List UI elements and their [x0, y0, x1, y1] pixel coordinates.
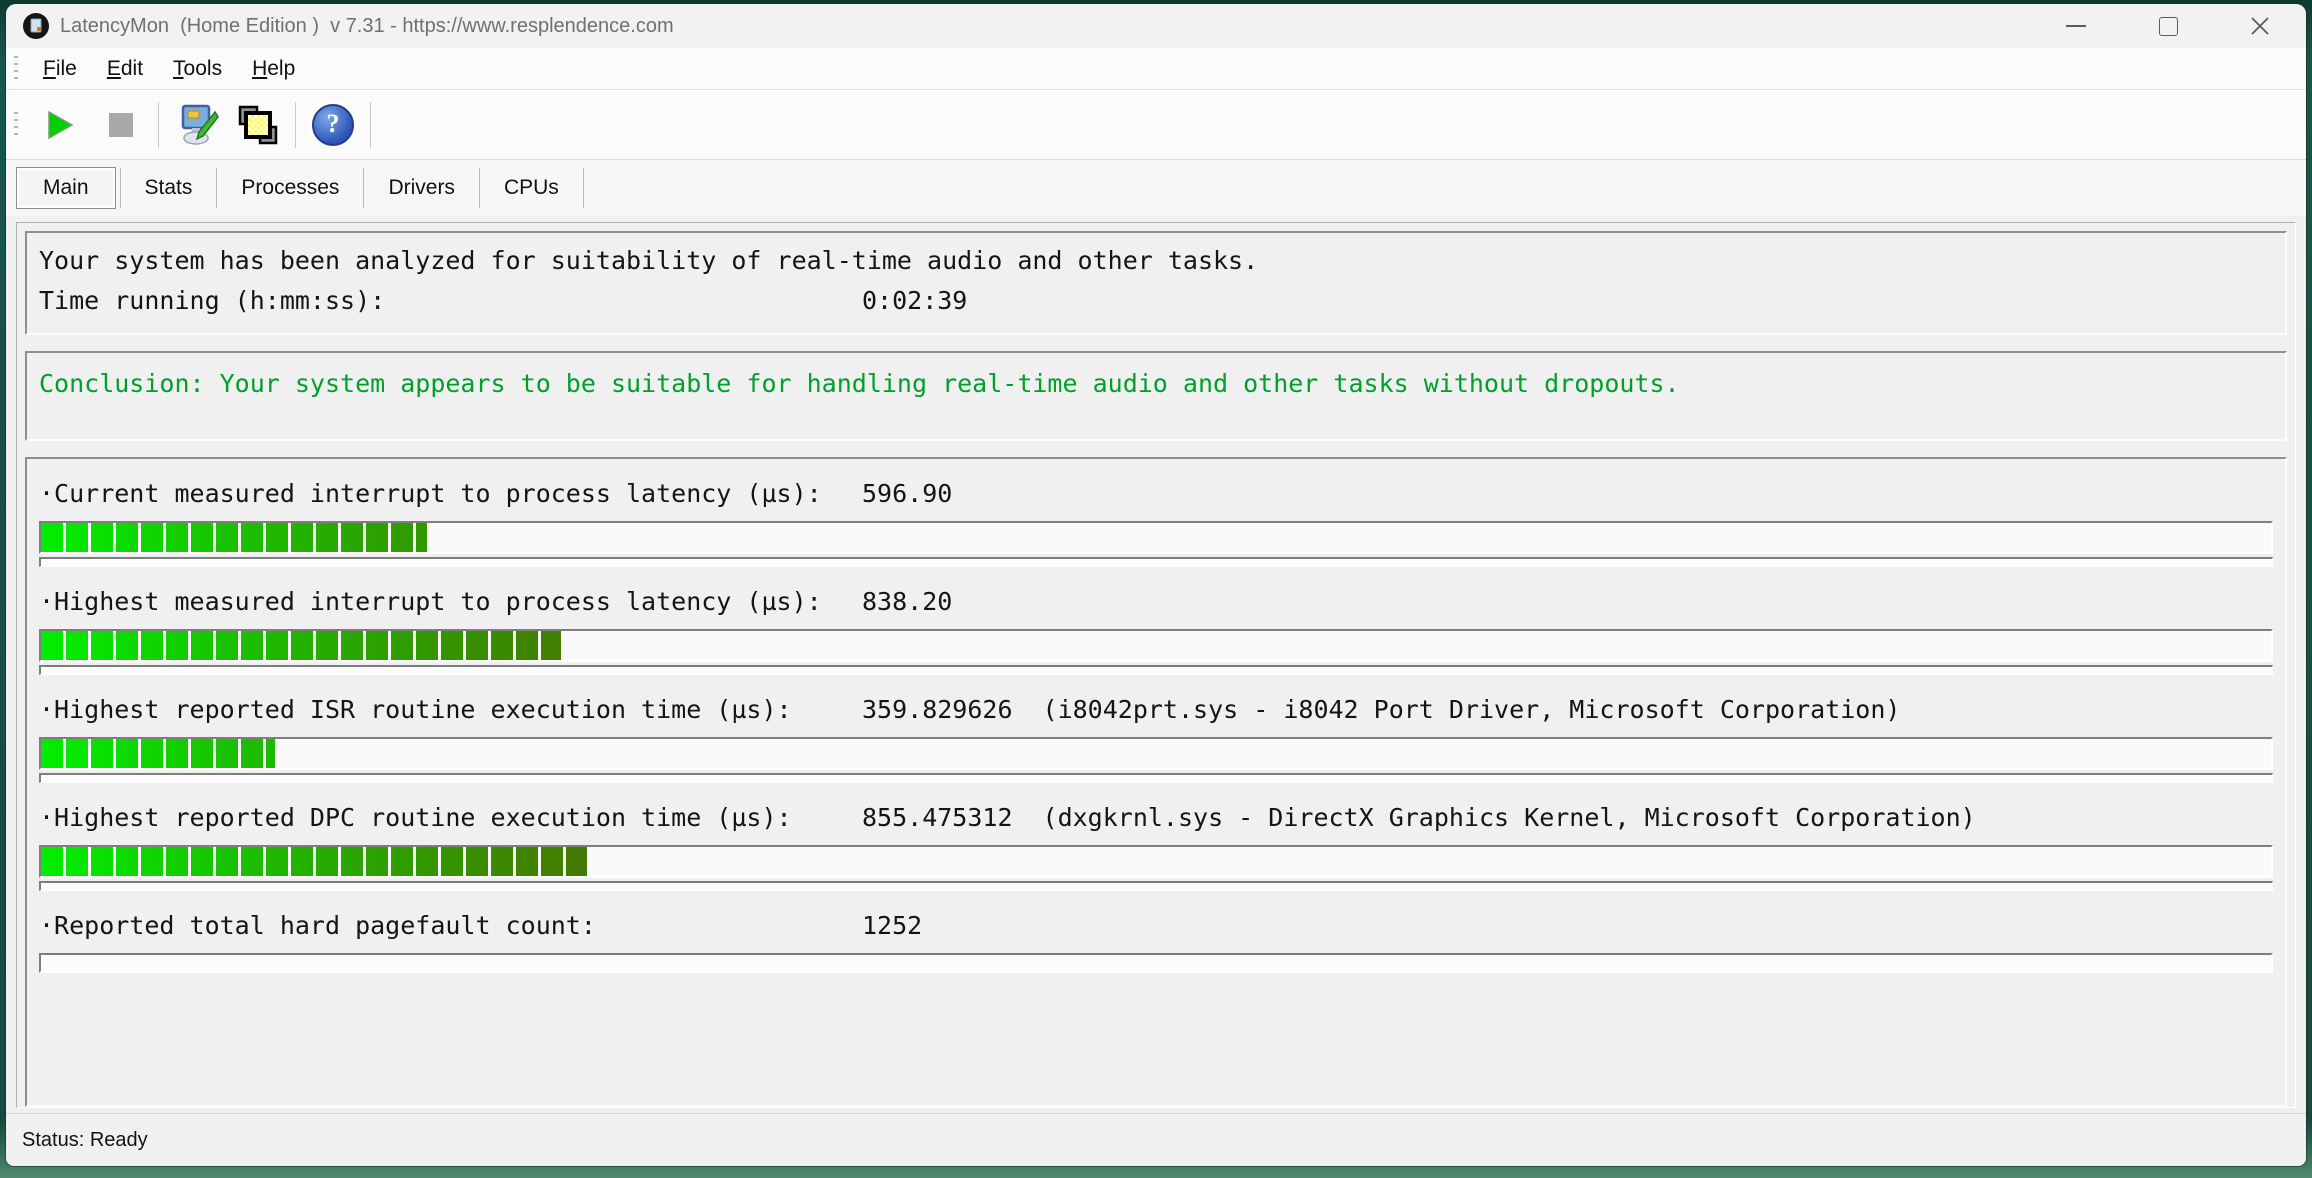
- close-icon: [2249, 15, 2271, 37]
- measurement-row: ·Current measured interrupt to process l…: [39, 479, 2273, 567]
- latency-bar-track: [39, 557, 2273, 567]
- measurement-value: 596.90: [862, 479, 952, 508]
- latency-bar: [39, 629, 2273, 662]
- minimize-icon: [2066, 25, 2086, 27]
- measurement-driver-info: (dxgkrnl.sys - DirectX Graphics Kernel, …: [1043, 803, 1976, 832]
- latency-bar: [39, 845, 2273, 878]
- toolbar: ?: [6, 90, 2306, 160]
- latency-bar-track: [39, 881, 2273, 891]
- stop-icon: [109, 113, 133, 137]
- latency-bar-fill: [41, 523, 427, 552]
- measurement-label: ·Highest measured interrupt to process l…: [39, 587, 862, 616]
- tab-drivers[interactable]: Drivers: [364, 168, 479, 208]
- menubar-gripper[interactable]: [14, 56, 18, 82]
- window-title: LatencyMon (Home Edition ) v 7.31 - http…: [60, 15, 2030, 38]
- conclusion-text: Conclusion: Your system appears to be su…: [39, 369, 1680, 398]
- stop-monitor-button[interactable]: [90, 97, 152, 153]
- measurement-row: ·Highest reported DPC routine execution …: [39, 803, 2273, 891]
- measurement-value: 1252: [862, 911, 922, 940]
- help-button[interactable]: ?: [302, 97, 364, 153]
- toolbar-separator: [295, 102, 296, 148]
- measurements-panel: ·Current measured interrupt to process l…: [25, 457, 2287, 1107]
- options-button[interactable]: [165, 97, 227, 153]
- latencymon-window: LatencyMon (Home Edition ) v 7.31 - http…: [6, 4, 2306, 1166]
- time-running-value: 0:02:39: [862, 281, 967, 321]
- measurement-label: ·Highest reported ISR routine execution …: [39, 695, 862, 724]
- copy-squares-icon: [236, 103, 280, 147]
- toolbar-gripper[interactable]: [14, 112, 18, 138]
- latency-bar: [39, 521, 2273, 554]
- toolbar-separator: [370, 102, 371, 148]
- status-bar: Status: Ready: [6, 1113, 2306, 1166]
- latency-bar-fill: [41, 631, 561, 660]
- measurement-row: ·Highest reported ISR routine execution …: [39, 695, 2273, 783]
- latency-bar: [39, 737, 2273, 770]
- tab-main[interactable]: Main: [16, 167, 116, 209]
- pagefault-bar: [39, 953, 2273, 973]
- latency-bar-track: [39, 773, 2273, 783]
- tab-processes[interactable]: Processes: [217, 168, 363, 208]
- copy-report-button[interactable]: [227, 97, 289, 153]
- help-question-icon: ?: [312, 104, 354, 146]
- measurement-value: 359.829626: [862, 695, 1013, 724]
- app-logo-icon: [22, 12, 50, 40]
- measurement-label: ·Current measured interrupt to process l…: [39, 479, 862, 508]
- toolbar-separator: [158, 102, 159, 148]
- analysis-message: Your system has been analyzed for suitab…: [39, 241, 1258, 281]
- menu-edit[interactable]: Edit: [92, 53, 158, 85]
- measurement-value: 855.475312: [862, 803, 1013, 832]
- monitor-pen-icon: [173, 102, 219, 148]
- measurement-label: ·Highest reported DPC routine execution …: [39, 803, 862, 832]
- close-button[interactable]: [2214, 4, 2306, 48]
- status-text: Status: Ready: [22, 1129, 148, 1152]
- menu-file[interactable]: File: [28, 53, 92, 85]
- measurement-value: 838.20: [862, 587, 952, 616]
- measurement-driver-info: (i8042prt.sys - i8042 Port Driver, Micro…: [1043, 695, 1901, 724]
- tab-stats[interactable]: Stats: [121, 168, 217, 208]
- time-running-label: Time running (h:mm:ss):: [39, 281, 862, 321]
- minimize-button[interactable]: [2030, 4, 2122, 48]
- maximize-button[interactable]: [2122, 4, 2214, 48]
- maximize-icon: [2159, 17, 2178, 36]
- latency-bar-fill: [41, 847, 587, 876]
- measurement-row: ·Reported total hard pagefault count: 12…: [39, 911, 2273, 973]
- conclusion-panel: Conclusion: Your system appears to be su…: [25, 351, 2287, 441]
- tab-strip: Main Stats Processes Drivers CPUs: [6, 160, 2306, 216]
- tab-cpus[interactable]: CPUs: [480, 168, 583, 208]
- play-icon: [41, 107, 77, 143]
- analysis-panel: Your system has been analyzed for suitab…: [25, 231, 2287, 335]
- latency-bar-fill: [41, 739, 275, 768]
- title-bar: LatencyMon (Home Edition ) v 7.31 - http…: [6, 4, 2306, 48]
- menu-tools[interactable]: Tools: [158, 53, 237, 85]
- tab-separator: [583, 168, 584, 208]
- start-monitor-button[interactable]: [28, 97, 90, 153]
- latency-bar-track: [39, 665, 2273, 675]
- measurement-label: ·Reported total hard pagefault count:: [39, 911, 862, 940]
- menu-help[interactable]: Help: [237, 53, 310, 85]
- main-tab-page: Your system has been analyzed for suitab…: [16, 222, 2296, 1108]
- menu-bar: File Edit Tools Help: [6, 48, 2306, 90]
- measurement-row: ·Highest measured interrupt to process l…: [39, 587, 2273, 675]
